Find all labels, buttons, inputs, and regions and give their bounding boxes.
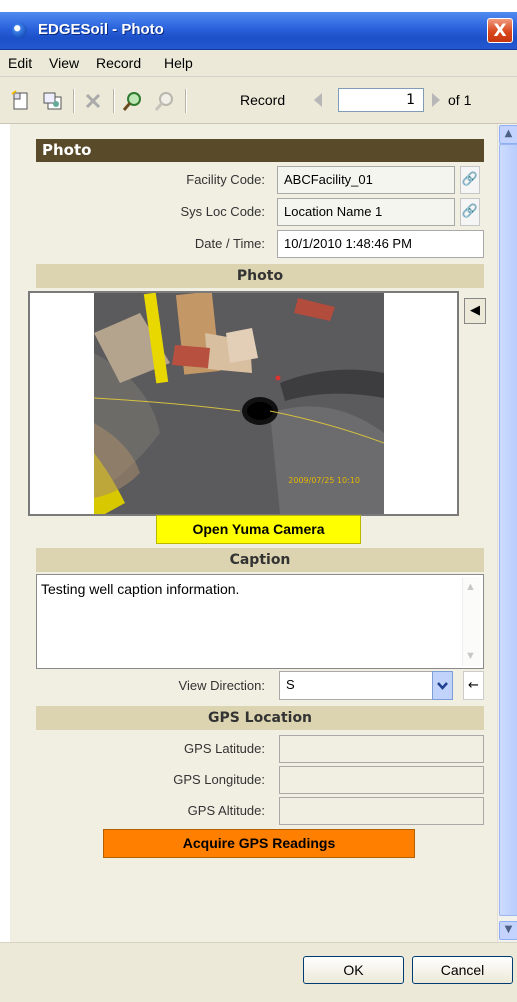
acquire-gps-button[interactable]: Acquire GPS Readings [103,829,415,858]
toolbar-separator [73,89,75,113]
find-icon[interactable] [122,90,144,112]
record-number-input[interactable]: 1 [338,88,424,112]
facility-code-label: Facility Code: [186,172,265,187]
photo-section-header: Photo [36,139,484,162]
title-bar[interactable]: EDGESoil - Photo X [0,12,517,50]
photo-collapse-button[interactable]: ◀ [464,298,486,324]
facility-link-icon[interactable]: 🔗 [460,166,480,194]
sys-loc-link-icon[interactable]: 🔗 [460,198,480,226]
gps-altitude-field[interactable] [279,797,484,825]
find-next-icon[interactable] [154,90,176,112]
scroll-down-icon[interactable]: ▼ [499,921,517,940]
caption-subheader: Caption [36,548,484,572]
toolbar-separator [185,89,187,113]
caption-textarea[interactable]: Testing well caption information. ▲ ▼ [36,574,484,669]
date-time-label: Date / Time: [194,236,265,251]
previous-record-icon[interactable] [314,93,322,107]
toolbar-separator [113,89,115,113]
form-scrollbar[interactable]: ▲ ▼ [497,124,517,942]
toolbar: Record 1 of 1 [0,77,517,124]
scroll-down-icon[interactable]: ▼ [465,650,476,662]
photo-frame[interactable]: 2009/07/25 10:10 [28,291,459,516]
scroll-up-icon[interactable]: ▲ [499,125,517,144]
window-title: EDGESoil - Photo [38,21,164,38]
cancel-button[interactable]: Cancel [412,956,513,984]
app-icon [12,23,27,38]
date-time-field[interactable]: 10/1/2010 1:48:46 PM [277,230,484,258]
scroll-up-icon[interactable]: ▲ [465,581,476,593]
gps-altitude-label: GPS Altitude: [187,803,265,818]
copy-record-icon[interactable] [42,90,64,112]
delete-icon[interactable] [82,90,104,112]
view-direction-label: View Direction: [178,678,265,693]
close-button[interactable]: X [487,18,513,43]
view-direction-select[interactable]: S [279,671,451,700]
gps-subheader: GPS Location [36,706,484,730]
menu-help[interactable]: Help [164,55,193,71]
caption-text: Testing well caption information. [41,581,240,597]
menu-view[interactable]: View [49,55,79,71]
dropdown-arrow-button[interactable] [432,671,453,700]
chevron-down-icon [437,682,448,690]
back-arrow-button[interactable]: ← [463,671,484,700]
sys-loc-code-label: Sys Loc Code: [180,204,265,219]
gps-latitude-field[interactable] [279,735,484,763]
photo-timestamp: 2009/07/25 10:10 [288,476,360,485]
next-record-icon[interactable] [432,93,440,107]
menu-edit[interactable]: Edit [8,55,32,71]
photo-subheader: Photo [36,264,484,288]
open-camera-button[interactable]: Open Yuma Camera [156,515,361,544]
photo-window: EDGESoil - Photo X Edit View Record Help… [0,0,517,1002]
gps-longitude-label: GPS Longitude: [173,772,265,787]
menu-bar: Edit View Record Help [0,50,517,77]
well-photo: 2009/07/25 10:10 [30,291,457,514]
sys-loc-code-field[interactable]: Location Name 1 [277,198,455,226]
facility-code-field[interactable]: ABCFacility_01 [277,166,455,194]
record-label: Record [240,92,286,108]
scroll-thumb[interactable] [499,144,517,916]
ok-button[interactable]: OK [303,956,404,984]
record-count-label: of 1 [448,92,472,108]
menu-record[interactable]: Record [96,55,141,71]
gps-latitude-label: GPS Latitude: [184,741,265,756]
gps-longitude-field[interactable] [279,766,484,794]
new-record-icon[interactable] [10,90,32,112]
caption-scrollbar[interactable]: ▲ ▼ [462,577,481,666]
